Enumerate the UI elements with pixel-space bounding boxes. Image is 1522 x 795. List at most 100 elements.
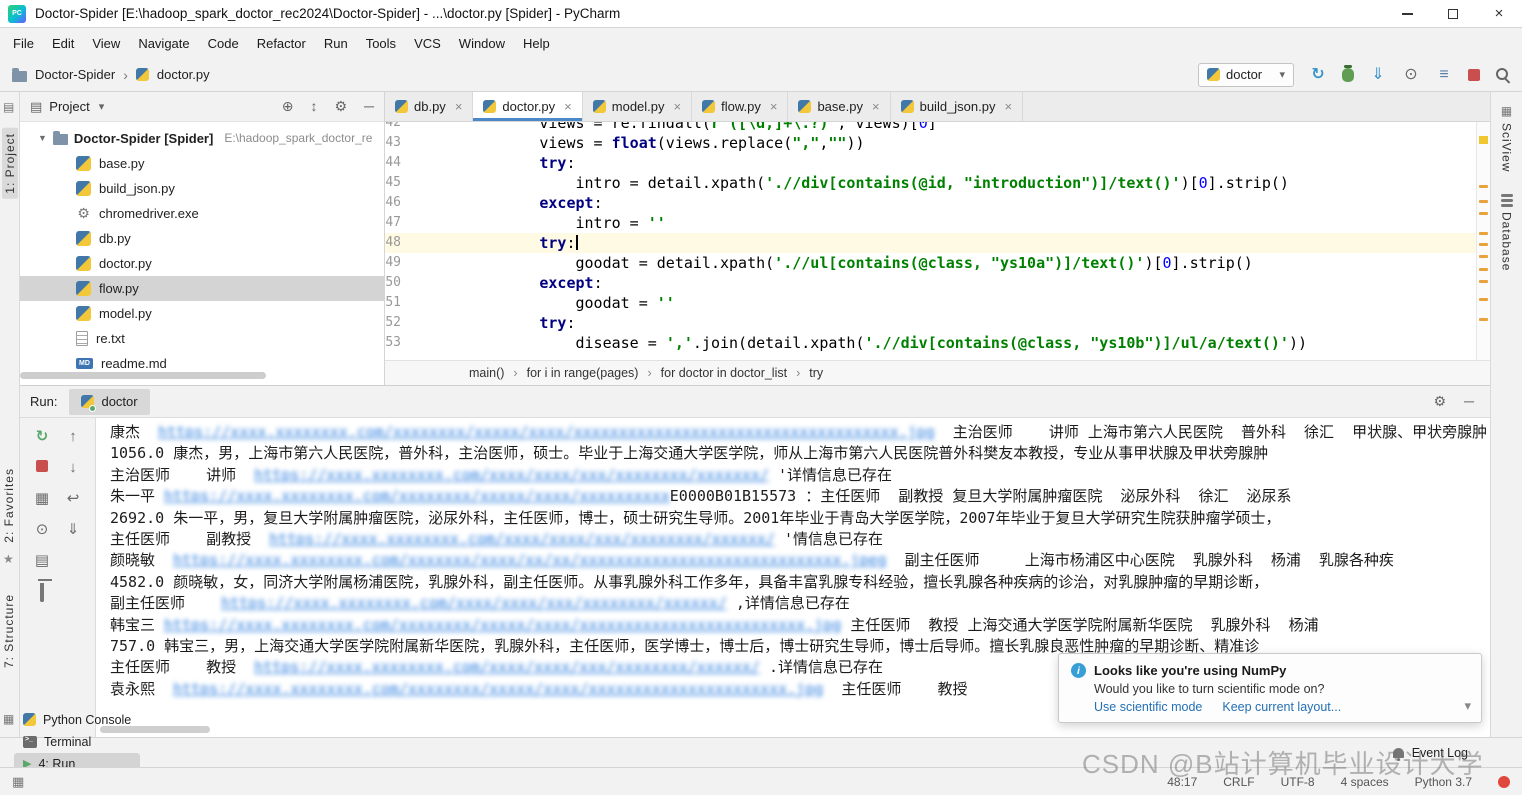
python-interpreter[interactable]: Python 3.7 [1415,775,1472,789]
editor-tab-model.py[interactable]: model.py× [583,92,692,121]
close-button[interactable]: × [1476,0,1522,27]
restore-layout-icon[interactable]: ▦ [33,490,51,508]
tool-window-icon[interactable]: ▤ [3,100,14,114]
menu-item-file[interactable]: File [4,31,43,56]
breadcrumb-project[interactable]: Doctor-Spider [35,67,115,82]
menu-item-help[interactable]: Help [514,31,559,56]
menu-item-edit[interactable]: Edit [43,31,83,56]
chevron-down-icon[interactable]: ▾ [1464,698,1471,714]
toolstrip-database[interactable]: Database [1500,194,1514,271]
run-config-select[interactable]: doctor ▾ [1198,63,1294,87]
menu-item-window[interactable]: Window [450,31,514,56]
line-separator[interactable]: CRLF [1223,775,1254,789]
toolstrip-structure[interactable]: 7: Structure [2,594,16,668]
warning-stripe-mark[interactable] [1479,136,1488,144]
warning-stripe-mark[interactable] [1479,255,1488,258]
notification-badge[interactable] [1498,776,1510,788]
locate-file-icon[interactable]: ⊕ [282,98,294,115]
menu-item-navigate[interactable]: Navigate [129,31,198,56]
use-scientific-mode-link[interactable]: Use scientific mode [1094,700,1202,714]
editor-tab-base.py[interactable]: base.py× [788,92,890,121]
gear-icon[interactable]: ⚙ [1434,393,1447,410]
menu-item-code[interactable]: Code [199,31,248,56]
chevron-down-icon[interactable]: ▾ [99,100,105,113]
editor-tab-flow.py[interactable]: flow.py× [692,92,788,121]
code-editor[interactable]: 42 views = re.findall(r'([\d,]+\.?)', vi… [385,122,1490,360]
up-stacktrace-icon[interactable]: ↑ [64,428,82,446]
error-stripe-scrollbar[interactable] [1476,122,1490,360]
project-file-model.py[interactable]: model.py [20,301,384,326]
tree-expanded-icon[interactable]: ▼ [38,133,47,143]
editor-breadcrumb-item[interactable]: for i in range(pages) [527,366,639,380]
run-tab-doctor[interactable]: doctor [69,389,149,415]
project-file-db.py[interactable]: db.py [20,226,384,251]
editor-tab-db.py[interactable]: db.py× [385,92,473,121]
indent-style[interactable]: 4 spaces [1341,775,1389,789]
menu-item-view[interactable]: View [83,31,129,56]
toolwindow-toggle-icon[interactable]: ▦ [12,774,24,790]
stop-icon[interactable] [1468,69,1480,81]
pin-tab-icon[interactable]: ⊙ [33,521,51,539]
rerun-icon[interactable]: ↻ [33,428,51,446]
close-tab-icon[interactable]: × [455,99,463,114]
favorites-star-icon[interactable]: ★ [3,552,14,566]
editor-tab-doctor.py[interactable]: doctor.py× [473,92,582,121]
console-link-censored[interactable]: https://xxxx.xxxxxxxx.com/xxxx/xxxx/xxx/… [269,530,775,548]
project-file-build_json.py[interactable]: build_json.py [20,176,384,201]
project-root-node[interactable]: ▼ Doctor-Spider [Spider] E:\hadoop_spark… [20,125,384,151]
rerun-icon[interactable]: ↻ [1309,67,1327,83]
collapse-all-icon[interactable]: ↕ [311,98,318,115]
warning-stripe-mark[interactable] [1479,200,1488,203]
minimize-button[interactable] [1384,0,1430,27]
warning-stripe-mark[interactable] [1479,268,1488,271]
console-link-censored[interactable]: https://xxxx.xxxxxxxx.com/xxxxxxx/xxxx/x… [173,551,886,569]
editor-breadcrumb-item[interactable]: main() [469,366,504,380]
menu-item-refactor[interactable]: Refactor [248,31,315,56]
project-file-doctor.py[interactable]: doctor.py [20,251,384,276]
warning-stripe-mark[interactable] [1479,232,1488,235]
warning-stripe-mark[interactable] [1479,243,1488,246]
maximize-button[interactable] [1430,0,1476,27]
print-icon[interactable]: ▤ [33,552,51,570]
breadcrumb-file[interactable]: doctor.py [157,67,210,82]
toolstrip-sciview[interactable]: ▦ SciView [1500,104,1514,172]
menu-item-run[interactable]: Run [315,31,357,56]
hide-panel-icon[interactable]: ─ [1464,393,1474,410]
editor-breadcrumb-item[interactable]: for doctor in doctor_list [661,366,787,380]
hide-panel-icon[interactable]: ─ [364,98,374,115]
editor-breadcrumb-item[interactable]: try [809,366,823,380]
close-tab-icon[interactable]: × [564,99,572,114]
toolstrip-project[interactable]: 1: Project [2,128,18,199]
profiler-icon[interactable]: ⊙ [1402,67,1420,83]
project-file-base.py[interactable]: base.py [20,151,384,176]
project-horizontal-scrollbar[interactable] [20,372,266,379]
warning-stripe-mark[interactable] [1479,318,1488,321]
toolstrip-favorites[interactable]: 2: Favorites [2,468,16,543]
debug-icon[interactable] [1342,68,1354,82]
file-encoding[interactable]: UTF-8 [1281,775,1315,789]
console-link-censored[interactable]: https://xxxx.xxxxxxxx.com/xxxxxxxx/xxxxx… [164,616,841,634]
caret-position[interactable]: 48:17 [1167,775,1197,789]
warning-stripe-mark[interactable] [1479,280,1488,283]
close-tab-icon[interactable]: × [674,99,682,114]
console-link-censored[interactable]: https://xxxx.xxxxxxxx.com/xxxxxxxx/xxxxx… [173,680,823,698]
warning-stripe-mark[interactable] [1479,298,1488,301]
warning-stripe-mark[interactable] [1479,212,1488,215]
bottom-toolwindow-icon[interactable]: ▦ [3,712,14,726]
console-link-censored[interactable]: https://xxxx.xxxxxxxx.com/xxxxxxxx/xxxxx… [158,423,935,441]
project-file-chromedriver.exe[interactable]: ⚙chromedriver.exe [20,201,384,226]
console-link-censored[interactable]: https://xxxx.xxxxxxxx.com/xxxx/xxxx/xxx/… [221,594,727,612]
event-log-button[interactable]: Event Log [1393,746,1508,760]
close-tab-icon[interactable]: × [1004,99,1012,114]
keep-current-layout-link[interactable]: Keep current layout... [1222,700,1341,714]
clear-console-icon[interactable] [40,583,44,602]
down-stacktrace-icon[interactable]: ↓ [64,459,82,477]
stop-icon[interactable] [36,460,48,472]
run-dashboard-icon[interactable]: ≡ [1435,67,1453,83]
soft-wrap-icon[interactable]: ↩ [64,490,82,508]
close-tab-icon[interactable]: × [872,99,880,114]
toolwindow-button-python-console[interactable]: Python Console [14,709,140,731]
gear-icon[interactable]: ⚙ [335,98,348,115]
menu-item-tools[interactable]: Tools [357,31,405,56]
scroll-to-end-icon[interactable]: ⇓ [64,521,82,539]
